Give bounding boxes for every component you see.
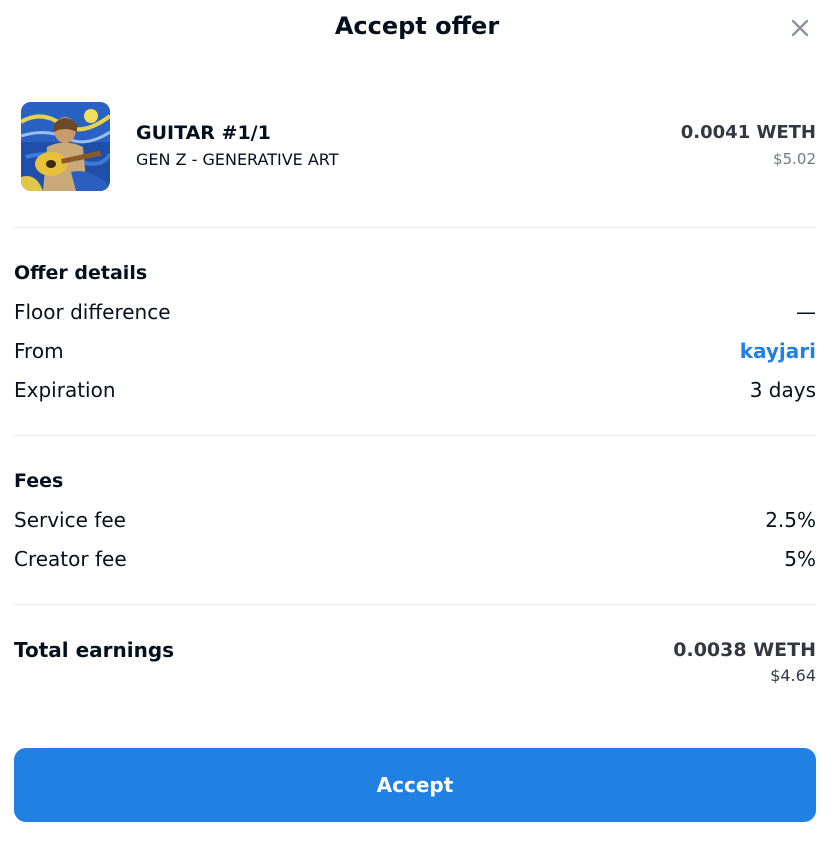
accept-button[interactable]: Accept — [14, 748, 816, 822]
expiration-value: 3 days — [749, 378, 816, 402]
close-button[interactable] — [786, 14, 814, 42]
creator-fee-value: 5% — [784, 547, 816, 571]
item-price-usd: $5.02 — [773, 150, 816, 168]
total-earnings-usd: $4.64 — [770, 666, 816, 685]
total-earnings-label: Total earnings — [14, 638, 175, 662]
total-earnings-value: 0.0038 WETH — [673, 639, 816, 661]
divider — [14, 435, 816, 436]
offer-details-title: Offer details — [14, 262, 148, 284]
accept-offer-modal: Accept offer GUITAR #1/1 GEN Z - GENERAT… — [0, 0, 834, 843]
divider — [14, 227, 816, 228]
from-label: From — [14, 339, 64, 363]
collection-name[interactable]: GEN Z - GENERATIVE ART — [136, 148, 339, 172]
item-price: 0.0041 WETH — [680, 122, 816, 143]
from-row: From kayjari — [14, 337, 816, 365]
creator-fee-row: Creator fee 5% — [14, 545, 816, 573]
creator-fee-label: Creator fee — [14, 547, 127, 571]
floor-difference-label: Floor difference — [14, 300, 171, 324]
divider — [14, 604, 816, 605]
offerer-link[interactable]: kayjari — [740, 337, 816, 365]
close-icon — [791, 19, 809, 37]
expiration-label: Expiration — [14, 378, 116, 402]
item-name[interactable]: GUITAR #1/1 — [136, 120, 271, 146]
service-fee-row: Service fee 2.5% — [14, 506, 816, 534]
artwork-image — [21, 102, 110, 191]
fees-title: Fees — [14, 470, 64, 492]
item-summary: GUITAR #1/1 GEN Z - GENERATIVE ART 0.004… — [14, 100, 816, 192]
floor-difference-row: Floor difference — — [14, 298, 816, 326]
floor-difference-value: — — [796, 300, 816, 324]
expiration-row: Expiration 3 days — [14, 376, 816, 404]
service-fee-label: Service fee — [14, 508, 126, 532]
artwork-thumbnail[interactable] — [21, 102, 110, 191]
service-fee-value: 2.5% — [765, 508, 816, 532]
modal-title: Accept offer — [334, 12, 500, 40]
